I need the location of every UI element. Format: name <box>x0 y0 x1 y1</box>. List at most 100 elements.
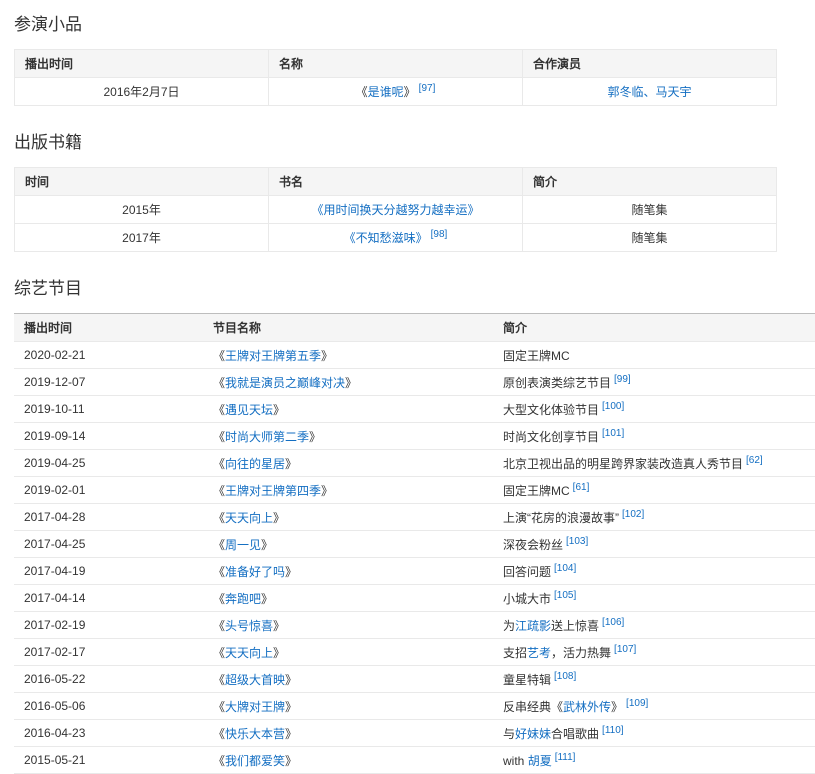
cell-text: 《 <box>213 376 225 390</box>
text-link[interactable]: 向往的星居 <box>225 457 285 471</box>
cell-text: 回答问题 <box>503 565 551 579</box>
text-link[interactable]: 超级大首映 <box>225 673 285 687</box>
cell-text: 》 <box>285 457 297 471</box>
text-link[interactable]: 时尚大师第二季 <box>225 430 309 444</box>
cell-text: 2015年 <box>122 203 161 217</box>
table-row: 2016-05-06《大牌对王牌》反串经典《武林外传》[109] <box>14 693 815 720</box>
cell-desc: 随笔集 <box>523 196 777 224</box>
text-link[interactable]: 王牌对王牌第四季 <box>225 484 321 498</box>
text-link[interactable]: 武林外传 <box>563 700 611 714</box>
column-header: 合作演员 <box>523 50 777 78</box>
text-link[interactable]: 周一见 <box>225 538 261 552</box>
article-page: 参演小品 播出时间名称合作演员2016年2月7日《是谁呢》[97]郭冬临、马天宇… <box>0 0 815 774</box>
cell-text: with <box>503 754 528 768</box>
ref-link[interactable]: [110] <box>602 725 624 736</box>
text-link[interactable]: 头号惊喜 <box>225 619 273 633</box>
table-row: 2017-02-19《头号惊喜》为江疏影送上惊喜[106] <box>14 612 815 639</box>
text-link[interactable]: 天天向上 <box>225 646 273 660</box>
text-link[interactable]: 天天向上 <box>225 511 273 525</box>
cell-text: 2016年2月7日 <box>103 85 179 99</box>
ref-link[interactable]: [61] <box>573 482 590 493</box>
ref-link[interactable]: [62] <box>746 455 763 466</box>
cell-text: 2017-02-19 <box>24 618 85 632</box>
ref-link[interactable]: [101] <box>602 428 624 439</box>
text-link[interactable]: 快乐大本营 <box>225 727 285 741</box>
ref-link[interactable]: [111] <box>555 752 576 763</box>
cell-desc: with 胡夏[111] <box>493 747 815 774</box>
cell-text: 《 <box>213 700 225 714</box>
cell-time: 2017-04-28 <box>14 504 203 531</box>
cell-time: 2017-04-14 <box>14 585 203 612</box>
text-link[interactable]: 准备好了吗 <box>225 565 285 579</box>
cell-text: 2017-04-19 <box>24 564 85 578</box>
ref-link[interactable]: [97] <box>419 83 436 94</box>
text-link[interactable]: 我们都爱笑 <box>225 754 285 768</box>
cell-time: 2016-05-22 <box>14 666 203 693</box>
cell-text: 2017年 <box>122 231 161 245</box>
text-link[interactable]: 奔跑吧 <box>225 592 261 606</box>
cell-text: 》 <box>273 619 285 633</box>
cell-text: 反串经典《 <box>503 700 563 714</box>
header-row: 时间书名简介 <box>15 168 777 196</box>
text-link[interactable]: 郭冬临 <box>607 85 643 99</box>
cell-name: 《奔跑吧》 <box>203 585 493 612</box>
ref-link[interactable]: [104] <box>554 563 576 574</box>
text-link[interactable]: 大牌对王牌 <box>225 700 285 714</box>
cell-text: 童星特辑 <box>503 673 551 687</box>
text-link[interactable]: 是谁呢 <box>368 85 404 99</box>
text-link[interactable]: 艺考 <box>527 646 551 660</box>
cell-text: 《 <box>213 754 225 768</box>
table-row: 2017-04-28《天天向上》上演“花房的浪漫故事”[102] <box>14 504 815 531</box>
section-title: 综艺节目 <box>14 274 815 299</box>
cell-text: 《 <box>356 85 368 99</box>
text-link[interactable]: 遇见天坛 <box>225 403 273 417</box>
ref-link[interactable]: [106] <box>602 617 624 628</box>
cell-desc: 深夜会粉丝[103] <box>493 531 815 558</box>
table-row: 2019-02-01《王牌对王牌第四季》固定王牌MC[61] <box>14 477 815 504</box>
cell-name: 《准备好了吗》 <box>203 558 493 585</box>
cell-time: 2017-04-19 <box>14 558 203 585</box>
cell-text: 2017-04-28 <box>24 510 85 524</box>
cell-name: 《不知愁滋味》[98] <box>269 224 523 252</box>
column-header: 节目名称 <box>203 314 493 342</box>
cell-time: 2016年2月7日 <box>15 78 269 106</box>
cell-text: 合唱歌曲 <box>551 727 599 741</box>
cell-text: 《 <box>213 646 225 660</box>
ref-link[interactable]: [105] <box>554 590 576 601</box>
cell-time: 2019-09-14 <box>14 423 203 450</box>
text-link[interactable]: 江疏影 <box>515 619 551 633</box>
ref-link[interactable]: [109] <box>626 698 648 709</box>
cell-name: 《快乐大本营》 <box>203 720 493 747</box>
text-link[interactable]: 《不知愁滋味》 <box>344 231 428 245</box>
cell-text: 》 <box>285 673 297 687</box>
cell-text: 》 <box>285 700 297 714</box>
ref-link[interactable]: [98] <box>431 229 448 240</box>
ref-link[interactable]: [103] <box>566 536 588 547</box>
cell-text: 北京卫视出品的明星跨界家装改造真人秀节目 <box>503 457 743 471</box>
ref-link[interactable]: [107] <box>614 644 636 655</box>
text-link[interactable]: 胡夏 <box>528 754 552 768</box>
cell-time: 2015-05-21 <box>14 747 203 774</box>
books-table: 时间书名简介 2015年 《用时间换天分越努力越幸运》 随笔集 2017年 《不知愁滋味》… <box>14 167 777 252</box>
text-link[interactable]: 好妹妹 <box>515 727 551 741</box>
ref-link[interactable]: [100] <box>602 401 624 412</box>
text-link[interactable]: 马天宇 <box>656 85 692 99</box>
ref-link[interactable]: [102] <box>622 509 644 520</box>
text-link[interactable]: 王牌对王牌第五季 <box>225 349 321 363</box>
cell-desc: 郭冬临、马天宇 <box>523 78 777 106</box>
table-row: 2015-05-21《我们都爱笑》with 胡夏[111] <box>14 747 815 774</box>
cell-time: 2020-02-21 <box>14 342 203 369</box>
text-link[interactable]: 、 <box>643 85 655 99</box>
cell-name: 《头号惊喜》 <box>203 612 493 639</box>
cell-text: 》 <box>261 592 273 606</box>
text-link[interactable]: 我就是演员之巅峰对决 <box>225 376 345 390</box>
cell-time: 2016-04-23 <box>14 720 203 747</box>
cell-name: 《向往的星居》 <box>203 450 493 477</box>
text-link[interactable]: 《用时间换天分越努力越幸运》 <box>311 203 479 217</box>
cell-desc: 原创表演类综艺节目[99] <box>493 369 815 396</box>
ref-link[interactable]: [108] <box>554 671 576 682</box>
ref-link[interactable]: [99] <box>614 374 631 385</box>
cell-text: 2016-05-06 <box>24 699 85 713</box>
column-header: 播出时间 <box>14 314 203 342</box>
cell-text: 《 <box>213 403 225 417</box>
